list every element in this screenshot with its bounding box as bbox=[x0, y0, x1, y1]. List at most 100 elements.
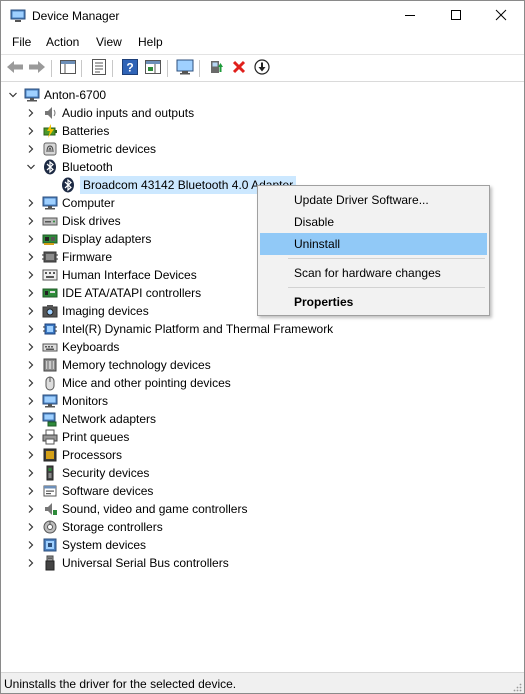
speaker-icon bbox=[42, 105, 58, 121]
context-menu: Update Driver Software... Disable Uninst… bbox=[257, 185, 490, 316]
tree-category-label: Imaging devices bbox=[62, 304, 149, 318]
menu-item-disable[interactable]: Disable bbox=[260, 211, 487, 233]
chevron-right-icon[interactable] bbox=[26, 396, 36, 406]
device-manager-window: Device Manager File Action View Help ? A… bbox=[0, 0, 525, 694]
tree-root[interactable]: Anton-6700 bbox=[8, 86, 106, 104]
chevron-right-icon[interactable] bbox=[26, 540, 36, 550]
chevron-right-icon[interactable] bbox=[26, 558, 36, 568]
disable-toolbar-button[interactable] bbox=[252, 58, 272, 78]
chevron-right-icon[interactable] bbox=[26, 234, 36, 244]
menu-item-properties[interactable]: Properties bbox=[260, 291, 487, 313]
menu-file[interactable]: File bbox=[12, 35, 31, 49]
help-toolbar-button[interactable]: ? bbox=[120, 58, 140, 78]
chevron-right-icon[interactable] bbox=[26, 126, 36, 136]
back-button[interactable] bbox=[5, 58, 25, 78]
tree-category-memory-technology-devices[interactable]: Memory technology devices bbox=[26, 356, 211, 374]
chevron-right-icon[interactable] bbox=[26, 378, 36, 388]
tree-category-biometric-devices[interactable]: Biometric devices bbox=[26, 140, 156, 158]
toolbar: ? bbox=[1, 54, 524, 82]
status-text: Uninstalls the driver for the selected d… bbox=[4, 677, 237, 691]
chevron-right-icon[interactable] bbox=[26, 450, 36, 460]
uninstall-toolbar-button[interactable] bbox=[229, 58, 249, 78]
properties-toolbar-button[interactable] bbox=[89, 58, 109, 78]
tree-category-intel-r-dynamic-platform-and-thermal-framework[interactable]: Intel(R) Dynamic Platform and Thermal Fr… bbox=[26, 320, 333, 338]
toolbar-separator bbox=[199, 60, 200, 77]
tree-category-software-devices[interactable]: Software devices bbox=[26, 482, 153, 500]
tree-category-universal-serial-bus-controllers[interactable]: Universal Serial Bus controllers bbox=[26, 554, 229, 572]
tree-category-system-devices[interactable]: System devices bbox=[26, 536, 146, 554]
maximize-button[interactable] bbox=[433, 1, 479, 31]
title-bar[interactable]: Device Manager bbox=[1, 1, 524, 31]
tree-category-computer[interactable]: Computer bbox=[26, 194, 115, 212]
chevron-right-icon[interactable] bbox=[26, 252, 36, 262]
chevron-right-icon[interactable] bbox=[26, 522, 36, 532]
menu-action[interactable]: Action bbox=[46, 35, 79, 49]
chevron-right-icon[interactable] bbox=[26, 198, 36, 208]
menu-view[interactable]: View bbox=[96, 35, 122, 49]
chevron-down-icon[interactable] bbox=[26, 162, 36, 172]
tree-category-monitors[interactable]: Monitors bbox=[26, 392, 108, 410]
tree-category-label: Network adapters bbox=[62, 412, 157, 426]
tree-category-imaging-devices[interactable]: Imaging devices bbox=[26, 302, 149, 320]
camera-icon bbox=[42, 303, 58, 319]
tree-category-ide-ata-atapi-controllers[interactable]: IDE ATA/ATAPI controllers bbox=[26, 284, 201, 302]
tree-category-storage-controllers[interactable]: Storage controllers bbox=[26, 518, 163, 536]
tree-category-audio-inputs-and-outputs[interactable]: Audio inputs and outputs bbox=[26, 104, 194, 122]
tree-category-human-interface-devices[interactable]: Human Interface Devices bbox=[26, 266, 197, 284]
chevron-right-icon[interactable] bbox=[26, 504, 36, 514]
toolbar-separator bbox=[167, 60, 168, 77]
tree-category-keyboards[interactable]: Keyboards bbox=[26, 338, 119, 356]
security-device-icon bbox=[42, 465, 58, 481]
fingerprint-icon bbox=[42, 141, 58, 157]
update-driver-toolbar-button[interactable] bbox=[206, 58, 226, 78]
show-hide-console-tree-button[interactable] bbox=[58, 58, 78, 78]
tree-category-network-adapters[interactable]: Network adapters bbox=[26, 410, 156, 428]
chevron-right-icon[interactable] bbox=[26, 414, 36, 424]
chevron-right-icon[interactable] bbox=[26, 288, 36, 298]
tree-category-sound-video-and-game-controllers[interactable]: Sound, video and game controllers bbox=[26, 500, 247, 518]
menu-item-update-driver[interactable]: Update Driver Software... bbox=[260, 189, 487, 211]
console-tree-icon bbox=[60, 59, 76, 77]
display-adapter-icon bbox=[42, 231, 58, 247]
device-tree[interactable]: Anton-6700 Audio inputs and outputs Batte… bbox=[2, 84, 523, 671]
tree-category-bluetooth[interactable]: Bluetooth bbox=[26, 158, 113, 176]
software-device-icon bbox=[42, 483, 58, 499]
tree-category-label: Audio inputs and outputs bbox=[62, 106, 195, 120]
chevron-right-icon[interactable] bbox=[26, 216, 36, 226]
chevron-right-icon[interactable] bbox=[26, 342, 36, 352]
chevron-right-icon[interactable] bbox=[26, 270, 36, 280]
tree-category-display-adapters[interactable]: Display adapters bbox=[26, 230, 151, 248]
chevron-right-icon[interactable] bbox=[26, 306, 36, 316]
tree-category-security-devices[interactable]: Security devices bbox=[26, 464, 149, 482]
scan-hardware-toolbar-button[interactable] bbox=[175, 58, 195, 78]
close-button[interactable] bbox=[478, 1, 524, 31]
menu-help[interactable]: Help bbox=[138, 35, 163, 49]
status-bar: Uninstalls the driver for the selected d… bbox=[1, 672, 524, 693]
chevron-right-icon[interactable] bbox=[26, 468, 36, 478]
tree-category-processors[interactable]: Processors bbox=[26, 446, 122, 464]
window-title: Device Manager bbox=[32, 9, 120, 23]
tree-category-label: Universal Serial Bus controllers bbox=[62, 556, 229, 570]
minimize-button[interactable] bbox=[387, 1, 433, 31]
tree-category-disk-drives[interactable]: Disk drives bbox=[26, 212, 121, 230]
tree-category-batteries[interactable]: Batteries bbox=[26, 122, 109, 140]
tree-root-label: Anton-6700 bbox=[44, 88, 107, 102]
tree-category-mice-and-other-pointing-devices[interactable]: Mice and other pointing devices bbox=[26, 374, 231, 392]
storage-controller-icon bbox=[42, 519, 58, 535]
resize-grip-icon[interactable] bbox=[512, 681, 522, 692]
tree-category-firmware[interactable]: Firmware bbox=[26, 248, 112, 266]
chevron-right-icon[interactable] bbox=[26, 108, 36, 118]
printer-icon bbox=[42, 429, 58, 445]
chevron-right-icon[interactable] bbox=[26, 486, 36, 496]
chevron-right-icon[interactable] bbox=[26, 360, 36, 370]
chevron-right-icon[interactable] bbox=[26, 432, 36, 442]
tree-category-print-queues[interactable]: Print queues bbox=[26, 428, 129, 446]
menu-item-uninstall[interactable]: Uninstall bbox=[260, 233, 487, 255]
chevron-right-icon[interactable] bbox=[26, 324, 36, 334]
chevron-right-icon[interactable] bbox=[26, 144, 36, 154]
chevron-down-icon[interactable] bbox=[8, 90, 18, 100]
action-pane-button[interactable] bbox=[143, 58, 163, 78]
menu-item-scan-hardware[interactable]: Scan for hardware changes bbox=[260, 262, 487, 284]
tree-category-label: Display adapters bbox=[62, 232, 152, 246]
forward-button[interactable] bbox=[27, 58, 47, 78]
